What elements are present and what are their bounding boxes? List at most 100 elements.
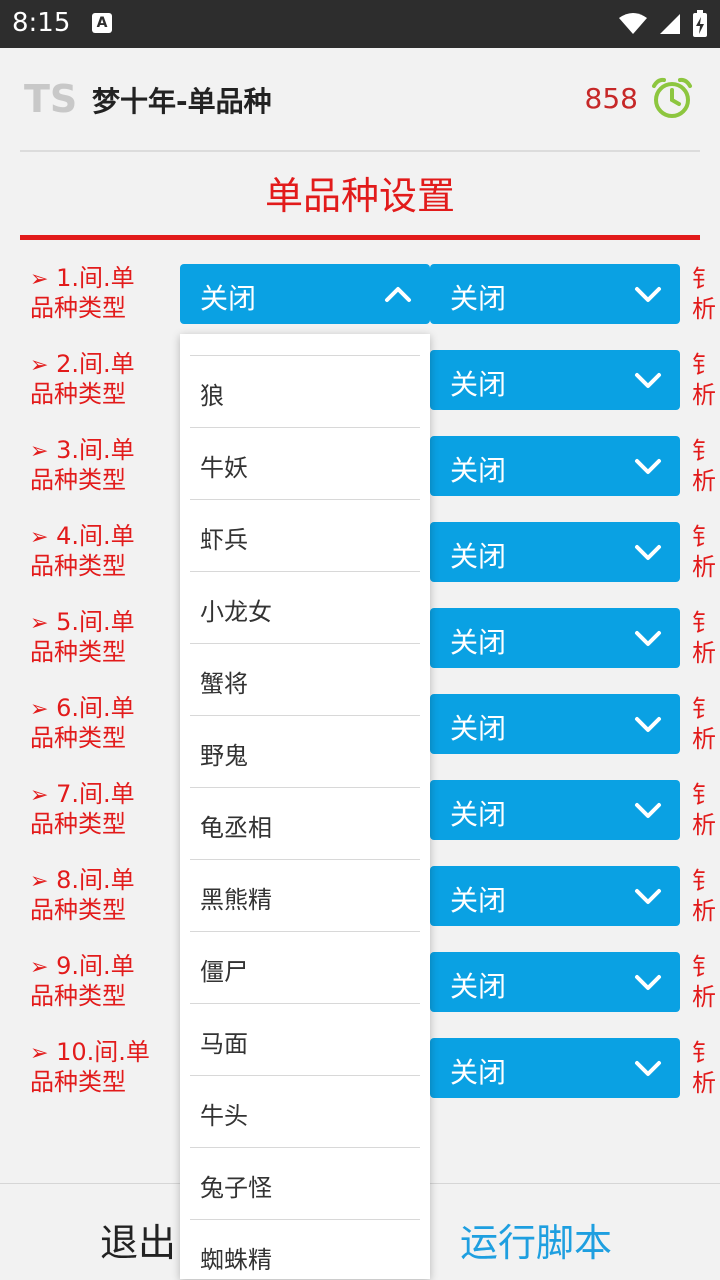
arrow-right-icon: ➢ bbox=[30, 869, 49, 894]
exit-button[interactable]: 退出 bbox=[100, 1212, 176, 1267]
option-label: 僵尸 bbox=[200, 958, 248, 986]
secondary-dropdown[interactable]: 关闭 bbox=[430, 522, 680, 582]
clipped-label: 钅 析 bbox=[692, 780, 720, 840]
secondary-dropdown[interactable]: 关闭 bbox=[430, 780, 680, 840]
section-divider bbox=[20, 235, 700, 240]
app-title: 梦十年-单品种 bbox=[92, 85, 272, 118]
clipped-label: 钅 析 bbox=[692, 264, 720, 324]
row-label-line2: 品种类型 bbox=[30, 466, 126, 494]
app-header: TS 梦十年-单品种 858 bbox=[0, 48, 720, 152]
option-label: 牛妖 bbox=[200, 454, 248, 482]
option-label: 兔子怪 bbox=[200, 1174, 272, 1202]
dropdown-option[interactable]: 蜘蛛精 bbox=[190, 1220, 420, 1279]
row-label: ➢ 7.间.单 品种类型 bbox=[30, 780, 180, 839]
clipped-char: 钅 bbox=[692, 265, 716, 293]
clipped-char: 钅 bbox=[692, 523, 716, 551]
clipped-char: 析 bbox=[692, 811, 716, 839]
row-label: ➢ 5.间.单 品种类型 bbox=[30, 608, 180, 667]
row-label: ➢ 2.间.单 品种类型 bbox=[30, 350, 180, 409]
secondary-dropdown[interactable]: 关闭 bbox=[430, 350, 680, 410]
section-title: 单品种设置 bbox=[264, 174, 455, 218]
clipped-label: 钅 析 bbox=[692, 522, 720, 582]
dropdown-option[interactable]: 牛妖 bbox=[190, 428, 420, 500]
row-label: ➢ 4.间.单 品种类型 bbox=[30, 522, 180, 581]
clipped-label: 钅 析 bbox=[692, 694, 720, 754]
clipped-char: 析 bbox=[692, 381, 716, 409]
secondary-dropdown[interactable]: 关闭 bbox=[430, 694, 680, 754]
chevron-down-icon bbox=[635, 717, 661, 732]
option-label: 小龙女 bbox=[200, 598, 272, 626]
clipped-char: 析 bbox=[692, 1069, 716, 1097]
wifi-icon bbox=[619, 13, 647, 34]
header-divider bbox=[20, 150, 700, 152]
chevron-down-icon bbox=[635, 1061, 661, 1076]
chevron-down-icon bbox=[635, 459, 661, 474]
battery-icon bbox=[693, 10, 707, 37]
secondary-dropdown[interactable]: 关闭 bbox=[430, 264, 680, 324]
dropdown-option[interactable]: 牛头 bbox=[190, 1076, 420, 1148]
clipped-char: 钅 bbox=[692, 781, 716, 809]
option-label: 虾兵 bbox=[200, 526, 248, 554]
dropdown-option[interactable]: 龟丞相 bbox=[190, 788, 420, 860]
row-label: ➢ 1.间.单 品种类型 bbox=[30, 264, 180, 323]
option-label: 牛头 bbox=[200, 1102, 248, 1130]
chevron-down-icon bbox=[635, 287, 661, 302]
clipped-char: 钅 bbox=[692, 695, 716, 723]
row-label-line2: 品种类型 bbox=[30, 724, 126, 752]
row-label-line2: 品种类型 bbox=[30, 982, 126, 1010]
run-script-button[interactable]: 运行脚本 bbox=[460, 1212, 612, 1267]
row-label-line2: 品种类型 bbox=[30, 896, 126, 924]
notification-icon: A bbox=[92, 13, 112, 33]
dropdown-option[interactable]: 黑熊精 bbox=[190, 860, 420, 932]
clipped-label: 钅 析 bbox=[692, 1038, 720, 1098]
dropdown-option[interactable]: 野鬼 bbox=[190, 716, 420, 788]
clipped-char: 钅 bbox=[692, 953, 716, 981]
arrow-right-icon: ➢ bbox=[30, 1041, 49, 1066]
setting-row: ➢ 1.间.单 品种类型 关闭 关闭 钅 析 bbox=[0, 264, 720, 324]
row-label: ➢ 3.间.单 品种类型 bbox=[30, 436, 180, 495]
dropdown-value: 关闭 bbox=[450, 712, 507, 745]
row-label-line2: 品种类型 bbox=[30, 552, 126, 580]
secondary-dropdown[interactable]: 关闭 bbox=[430, 608, 680, 668]
chevron-down-icon bbox=[635, 803, 661, 818]
row-number-label: 8.间.单 bbox=[56, 866, 135, 894]
row-number-label: 5.间.单 bbox=[56, 608, 135, 636]
clipped-label: 钅 析 bbox=[692, 866, 720, 926]
dropdown-value: 关闭 bbox=[450, 884, 507, 917]
secondary-dropdown[interactable]: 关闭 bbox=[430, 866, 680, 926]
dropdown-option[interactable]: 僵尸 bbox=[190, 932, 420, 1004]
row-label-line2: 品种类型 bbox=[30, 294, 126, 322]
dropdown-options-list[interactable]: 狼牛妖虾兵小龙女蟹将 野鬼 龟丞相 黑熊精僵尸马面牛头兔子怪蜘蛛精 bbox=[180, 334, 430, 1279]
dropdown-option[interactable]: 兔子怪 bbox=[190, 1148, 420, 1220]
chevron-down-icon bbox=[635, 373, 661, 388]
variety-type-dropdown[interactable]: 关闭 bbox=[180, 264, 430, 324]
chevron-down-icon bbox=[635, 631, 661, 646]
row-number-label: 6.间.单 bbox=[56, 694, 135, 722]
dropdown-value: 关闭 bbox=[450, 540, 507, 573]
clipped-char: 析 bbox=[692, 295, 716, 323]
dropdown-option[interactable]: 蟹将 bbox=[190, 644, 420, 716]
dropdown-value: 关闭 bbox=[200, 282, 257, 315]
secondary-dropdown[interactable]: 关闭 bbox=[430, 952, 680, 1012]
row-number-label: 7.间.单 bbox=[56, 780, 135, 808]
clipped-char: 析 bbox=[692, 725, 716, 753]
row-label-line2: 品种类型 bbox=[30, 810, 126, 838]
clipped-char: 钅 bbox=[692, 437, 716, 465]
counter-value: 858 bbox=[584, 82, 638, 115]
alarm-clock-icon[interactable] bbox=[650, 76, 694, 120]
dropdown-option[interactable]: 小龙女 bbox=[190, 572, 420, 644]
dropdown-option[interactable]: 狼 bbox=[190, 356, 420, 428]
secondary-dropdown[interactable]: 关闭 bbox=[430, 1038, 680, 1098]
dropdown-option[interactable]: 马面 bbox=[190, 1004, 420, 1076]
dropdown-option-partial[interactable] bbox=[190, 334, 420, 356]
status-time: 8:15 bbox=[12, 8, 71, 38]
secondary-dropdown[interactable]: 关闭 bbox=[430, 436, 680, 496]
dropdown-option[interactable]: 虾兵 bbox=[190, 500, 420, 572]
clipped-char: 析 bbox=[692, 897, 716, 925]
logo-text: TS bbox=[24, 77, 77, 120]
dropdown-value: 关闭 bbox=[450, 282, 507, 315]
row-label-line2: 品种类型 bbox=[30, 380, 126, 408]
clipped-char: 钅 bbox=[692, 351, 716, 379]
signal-icon bbox=[660, 14, 680, 34]
clipped-label: 钅 析 bbox=[692, 350, 720, 410]
